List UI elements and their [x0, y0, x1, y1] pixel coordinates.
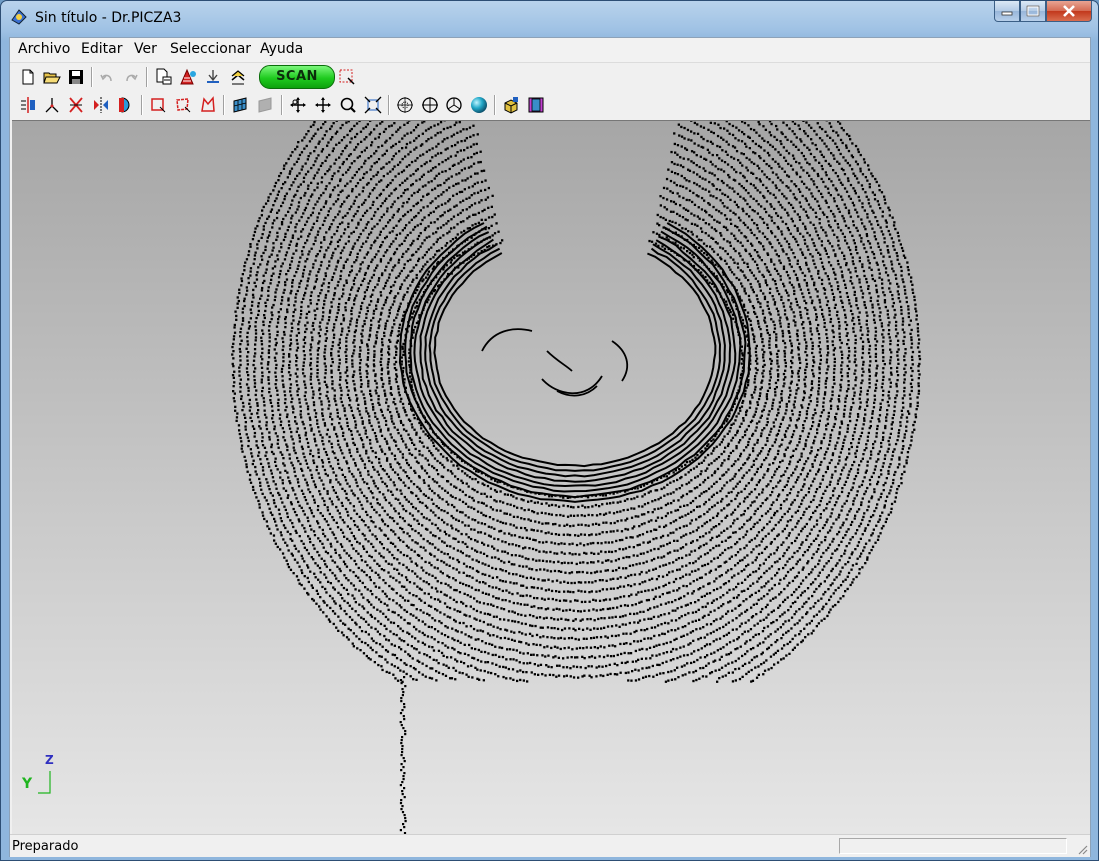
- shade-gray-icon: [258, 97, 272, 113]
- align-button[interactable]: [17, 94, 39, 116]
- toolbar-separator: [494, 95, 496, 115]
- select-poly-button[interactable]: [197, 94, 219, 116]
- select-poly-icon: [201, 96, 215, 112]
- status-pane: [839, 838, 1067, 854]
- toolbar-separator: [91, 67, 93, 87]
- flip-icon: [94, 97, 108, 113]
- close-icon: [1063, 5, 1075, 17]
- shade-gray-button[interactable]: [255, 94, 277, 116]
- select-lasso-icon: [176, 98, 191, 113]
- save-button[interactable]: [65, 66, 87, 88]
- box-view-icon: [528, 97, 544, 113]
- view-toolbar: [10, 91, 1090, 119]
- z-axis-label: Z: [45, 753, 54, 767]
- cube-view-button[interactable]: [500, 94, 522, 116]
- view-top-button[interactable]: [419, 94, 441, 116]
- view-side-icon: [446, 97, 462, 113]
- redo-button[interactable]: [120, 66, 142, 88]
- main-toolbar: SCAN: [10, 63, 1090, 92]
- window-title: Sin título - Dr.PICZA3: [35, 10, 182, 26]
- select-rect-button[interactable]: [147, 94, 169, 116]
- status-bar: Preparado: [10, 834, 1090, 857]
- rotate-button[interactable]: [287, 94, 309, 116]
- menu-seleccionar[interactable]: Seleccionar: [166, 41, 255, 57]
- view-front-icon: [397, 97, 413, 113]
- sphere-render-icon: [471, 97, 487, 113]
- select-rect-icon: [151, 98, 166, 113]
- menu-ver[interactable]: Ver: [130, 41, 161, 57]
- view-top-icon: [422, 97, 438, 113]
- select-area-icon: [339, 69, 355, 85]
- print-setup-button[interactable]: [153, 66, 175, 88]
- menu-editar[interactable]: Editar: [77, 41, 126, 57]
- scan-settings-icon: [207, 70, 219, 83]
- toolbar-separator: [146, 67, 148, 87]
- color-mesh-button[interactable]: [177, 66, 199, 88]
- zoom-button[interactable]: [337, 94, 359, 116]
- client-area: Archivo Editar Ver Seleccionar Ayuda SCA…: [9, 37, 1091, 857]
- save-icon: [69, 70, 83, 84]
- rotate-icon: [290, 97, 306, 113]
- box-view-button[interactable]: [525, 94, 547, 116]
- menu-bar: Archivo Editar Ver Seleccionar Ayuda: [10, 38, 1090, 63]
- status-text: Preparado: [12, 839, 79, 854]
- app-window: Sin título - Dr.PICZA3 Archivo Editar Ve…: [0, 0, 1099, 861]
- resize-grip-icon[interactable]: [1076, 843, 1088, 855]
- print-setup-icon: [156, 68, 172, 85]
- menu-ayuda[interactable]: Ayuda: [256, 41, 307, 57]
- zoom-icon: [340, 97, 356, 113]
- minimize-icon: [1001, 11, 1013, 16]
- menu-archivo[interactable]: Archivo: [14, 41, 74, 57]
- maximize-icon: [1026, 5, 1040, 17]
- redo-icon: [126, 74, 138, 82]
- shade-flat-button[interactable]: [230, 94, 252, 116]
- point-cloud: [231, 121, 922, 834]
- new-file-button[interactable]: [17, 66, 39, 88]
- title-bar[interactable]: Sin título - Dr.PICZA3: [1, 1, 1098, 36]
- select-lasso-button[interactable]: [172, 94, 194, 116]
- flip-button[interactable]: [90, 94, 112, 116]
- 3d-viewport[interactable]: Z Y: [12, 120, 1090, 834]
- caption-buttons: [994, 1, 1092, 22]
- view-side-button[interactable]: [443, 94, 465, 116]
- open-button[interactable]: [41, 66, 63, 88]
- pan-button[interactable]: [312, 94, 334, 116]
- half-shape-button[interactable]: [115, 94, 137, 116]
- toolbar-separator: [281, 95, 283, 115]
- triangle-stack-icon: [231, 70, 245, 85]
- pan-icon: [315, 97, 331, 113]
- undo-button[interactable]: [96, 66, 118, 88]
- sphere-render-button[interactable]: [468, 94, 490, 116]
- app-icon[interactable]: [10, 8, 28, 26]
- color-mesh-icon: [180, 68, 196, 85]
- axis-button[interactable]: [41, 94, 63, 116]
- cube-view-icon: [504, 97, 518, 114]
- toolbar-separator: [388, 95, 390, 115]
- mirror-button[interactable]: [65, 94, 87, 116]
- new-file-icon: [22, 69, 34, 85]
- mirror-icon: [69, 97, 83, 113]
- fit-view-button[interactable]: [362, 94, 384, 116]
- close-button[interactable]: [1046, 1, 1092, 22]
- fit-view-icon: [364, 96, 382, 114]
- half-shape-icon: [119, 97, 130, 113]
- axis-indicator: Z Y: [20, 753, 60, 803]
- select-area-button[interactable]: [336, 66, 358, 88]
- undo-icon: [100, 74, 112, 82]
- toolbar-separator: [141, 95, 143, 115]
- align-icon: [21, 97, 35, 113]
- minimize-button[interactable]: [994, 1, 1020, 22]
- shade-flat-icon: [233, 97, 247, 113]
- triangle-stack-button[interactable]: [227, 66, 249, 88]
- view-front-button[interactable]: [394, 94, 416, 116]
- toolbar-separator: [223, 95, 225, 115]
- y-axis-label: Y: [22, 776, 33, 792]
- open-folder-icon: [43, 72, 61, 84]
- scan-settings-button[interactable]: [202, 66, 224, 88]
- maximize-button[interactable]: [1020, 1, 1046, 22]
- axis-icon: [45, 98, 59, 113]
- scan-button[interactable]: SCAN: [259, 65, 335, 89]
